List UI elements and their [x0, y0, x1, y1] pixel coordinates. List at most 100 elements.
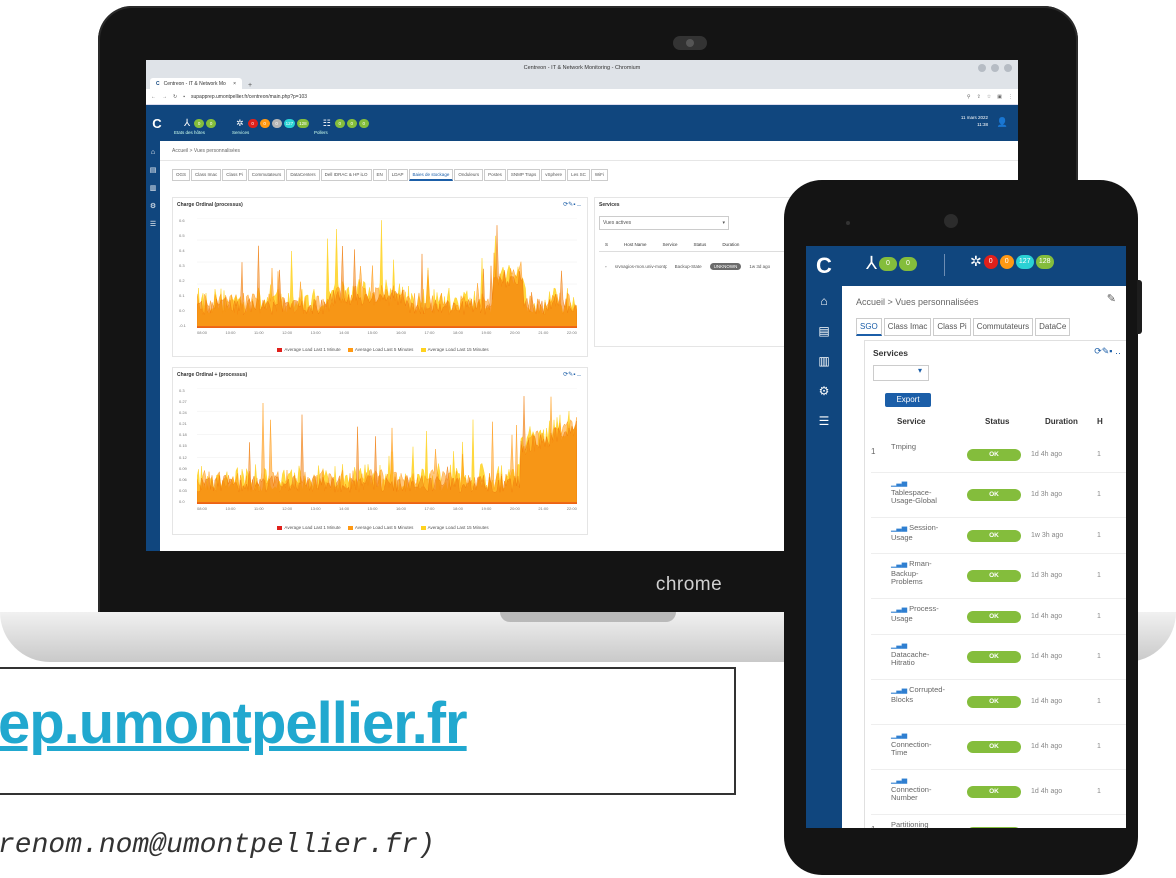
table-row[interactable]: 1PartitioningOK1w 1d ago1: [871, 815, 1126, 828]
close-icon[interactable]: [1004, 64, 1012, 72]
settings-icon[interactable]: ⚙: [150, 202, 156, 210]
back-icon[interactable]: ←: [151, 94, 156, 100]
table-row[interactable]: 1 Tmping OK 1d 4h ago 1: [871, 437, 1126, 473]
service-count-critical[interactable]: 0: [983, 254, 998, 269]
col-duration[interactable]: Duration: [722, 242, 739, 247]
table-row[interactable]: ▁▃▅ Session-Usage OK 1w 3h ago 1: [871, 518, 1126, 554]
service-name[interactable]: ▁▃▅ Process-Usage: [891, 604, 945, 623]
pollers-status[interactable]: ☷ 0 0 0: [323, 118, 369, 129]
tab-12[interactable]: vSphere: [541, 169, 567, 181]
service-name-text[interactable]: Partitioning: [891, 820, 929, 828]
service-count-ok[interactable]: 128: [297, 118, 309, 128]
poller-count-2[interactable]: 0: [346, 118, 357, 128]
key-icon[interactable]: ⚲: [967, 94, 971, 100]
forward-icon[interactable]: →: [162, 94, 167, 100]
service-name[interactable]: Partitioning: [891, 820, 945, 828]
col-status[interactable]: Status: [694, 242, 707, 247]
panel-tools-icon[interactable]: ⟳✎▪ ‥: [563, 201, 581, 208]
tab-6[interactable]: EN: [372, 169, 387, 181]
tab-0[interactable]: OGS: [172, 169, 191, 181]
poller-count-1[interactable]: 0: [334, 118, 345, 128]
service-count-total[interactable]: 127: [1015, 254, 1034, 269]
service-name[interactable]: ▁▃▅ Datacache-Hitratio: [891, 641, 945, 668]
table-row[interactable]: ▁▃▅ Tablespace-Usage-Global OK 1d 3h ago 1: [871, 473, 1126, 518]
graph-icon[interactable]: ▁▃▅: [891, 480, 907, 487]
extensions-icon[interactable]: ▣: [997, 94, 1002, 100]
service-count-warning[interactable]: 0: [999, 254, 1014, 269]
service-count-total[interactable]: 127: [283, 118, 296, 128]
table-row[interactable]: ▁▃▅ Rman-Backup-Problems OK 1d 3h ago 1: [871, 554, 1126, 599]
tab-2[interactable]: Class Pi: [222, 169, 247, 181]
col-service[interactable]: Service: [897, 417, 925, 426]
reload-icon[interactable]: ↻: [173, 94, 177, 100]
tab-11[interactable]: SNMP Traps: [506, 169, 541, 181]
service-name[interactable]: ▁▃▅ Corrupted-Blocks: [891, 685, 945, 704]
tab-1[interactable]: Class Imac: [883, 318, 932, 336]
service-name-text[interactable]: Connection-Time: [891, 740, 931, 758]
graph-icon[interactable]: ▁▃▅: [891, 525, 909, 532]
host-count-up[interactable]: 0: [194, 118, 205, 128]
col-s[interactable]: S: [605, 242, 608, 247]
panel-tools-icon[interactable]: ⟳✎▪ ‥: [1094, 346, 1121, 357]
service-count-critical[interactable]: 0: [247, 118, 258, 128]
panel-tools-icon[interactable]: ⟳✎▪ ‥: [563, 371, 581, 378]
service-name[interactable]: ▁▃▅ Tablespace-Usage-Global: [891, 479, 945, 506]
tab-14[interactable]: WiFi: [590, 169, 608, 181]
service-count-ok[interactable]: 128: [1035, 254, 1054, 269]
home-icon[interactable]: ⌂: [151, 149, 155, 156]
tab-close-icon[interactable]: ×: [233, 81, 236, 87]
monitoring-icon[interactable]: ▤: [150, 166, 157, 174]
tab-7[interactable]: LDAP: [387, 169, 408, 181]
star-icon[interactable]: ☆: [987, 94, 991, 100]
tab-3[interactable]: Commutateurs: [972, 318, 1034, 336]
service-name[interactable]: Backup-State: [675, 264, 702, 269]
table-row[interactable]: ▁▃▅ Corrupted-Blocks OK 1d 4h ago 1: [871, 680, 1126, 725]
service-name-text[interactable]: Tablespace-Usage-Global: [891, 488, 937, 506]
host-name[interactable]: srvnagios-mon.univ-montpellier.fr: [615, 264, 667, 269]
checkbox[interactable]: ▫: [605, 264, 607, 269]
tab-4[interactable]: DataCe: [1035, 318, 1071, 336]
admin-icon[interactable]: ☰: [150, 220, 156, 228]
service-count-warning[interactable]: 0: [259, 118, 270, 128]
services-select[interactable]: ▾: [873, 365, 929, 381]
service-count-unknown[interactable]: 0: [271, 118, 282, 128]
tab-5[interactable]: Dell IDRAC & HP iLO: [320, 169, 372, 181]
new-tab-icon[interactable]: +: [248, 82, 252, 89]
service-name-text[interactable]: Tmping: [891, 442, 916, 451]
settings-icon[interactable]: ⚙: [819, 384, 830, 398]
tab-4[interactable]: DataCenters: [286, 169, 320, 181]
graph-icon[interactable]: ▁▃▅: [891, 561, 909, 568]
tab-0[interactable]: SGO: [856, 318, 882, 336]
service-name[interactable]: Tmping: [891, 442, 945, 452]
browser-tab[interactable]: C Centreon - IT & Network Mo ×: [150, 78, 242, 89]
col-status[interactable]: Status: [985, 417, 1009, 426]
user-icon[interactable]: 👤: [997, 117, 1008, 128]
hosts-status[interactable]: ⅄ 0 0: [184, 118, 217, 129]
promo-url-link[interactable]: ep.umontpellier.fr: [0, 690, 468, 757]
table-row[interactable]: ▁▃▅ Datacache-Hitratio OK 1d 4h ago 1: [871, 635, 1126, 680]
services-status[interactable]: ✲ 0 0 0 127 128: [236, 118, 309, 129]
edit-icon[interactable]: ✎: [1107, 292, 1116, 305]
graph-icon[interactable]: ▁▃▅: [891, 732, 907, 739]
table-row[interactable]: ▁▃▅ Connection-Time OK 1d 4h ago 1: [871, 725, 1126, 770]
service-name-text[interactable]: Connection-Number: [891, 785, 931, 803]
col-duration[interactable]: Duration: [1045, 417, 1078, 426]
poller-count-3[interactable]: 0: [358, 118, 369, 128]
host-count-pending[interactable]: 0: [206, 118, 217, 128]
centreon-logo-icon[interactable]: C: [806, 253, 842, 279]
centreon-logo-icon[interactable]: C: [150, 116, 164, 131]
breadcrumb[interactable]: Accueil > Vues personnalisées: [856, 297, 979, 307]
table-row[interactable]: ▁▃▅ Process-Usage OK 1d 4h ago 1: [871, 599, 1126, 635]
share-icon[interactable]: ⇪: [977, 94, 981, 100]
col-host[interactable]: Host Name: [624, 242, 647, 247]
host-count-pending[interactable]: 0: [899, 256, 917, 271]
graph-icon[interactable]: ▁▃▅: [891, 606, 909, 613]
export-button[interactable]: Export: [885, 393, 931, 407]
tab-10[interactable]: Postes: [484, 169, 506, 181]
admin-icon[interactable]: ☰: [819, 414, 830, 428]
service-name-text[interactable]: Datacache-Hitratio: [891, 650, 929, 668]
col-extra[interactable]: H: [1097, 417, 1103, 426]
service-name[interactable]: ▁▃▅ Connection-Time: [891, 731, 945, 758]
tab-8[interactable]: Baies de stockage: [408, 169, 454, 181]
tab-3[interactable]: Commutateurs: [247, 169, 286, 181]
